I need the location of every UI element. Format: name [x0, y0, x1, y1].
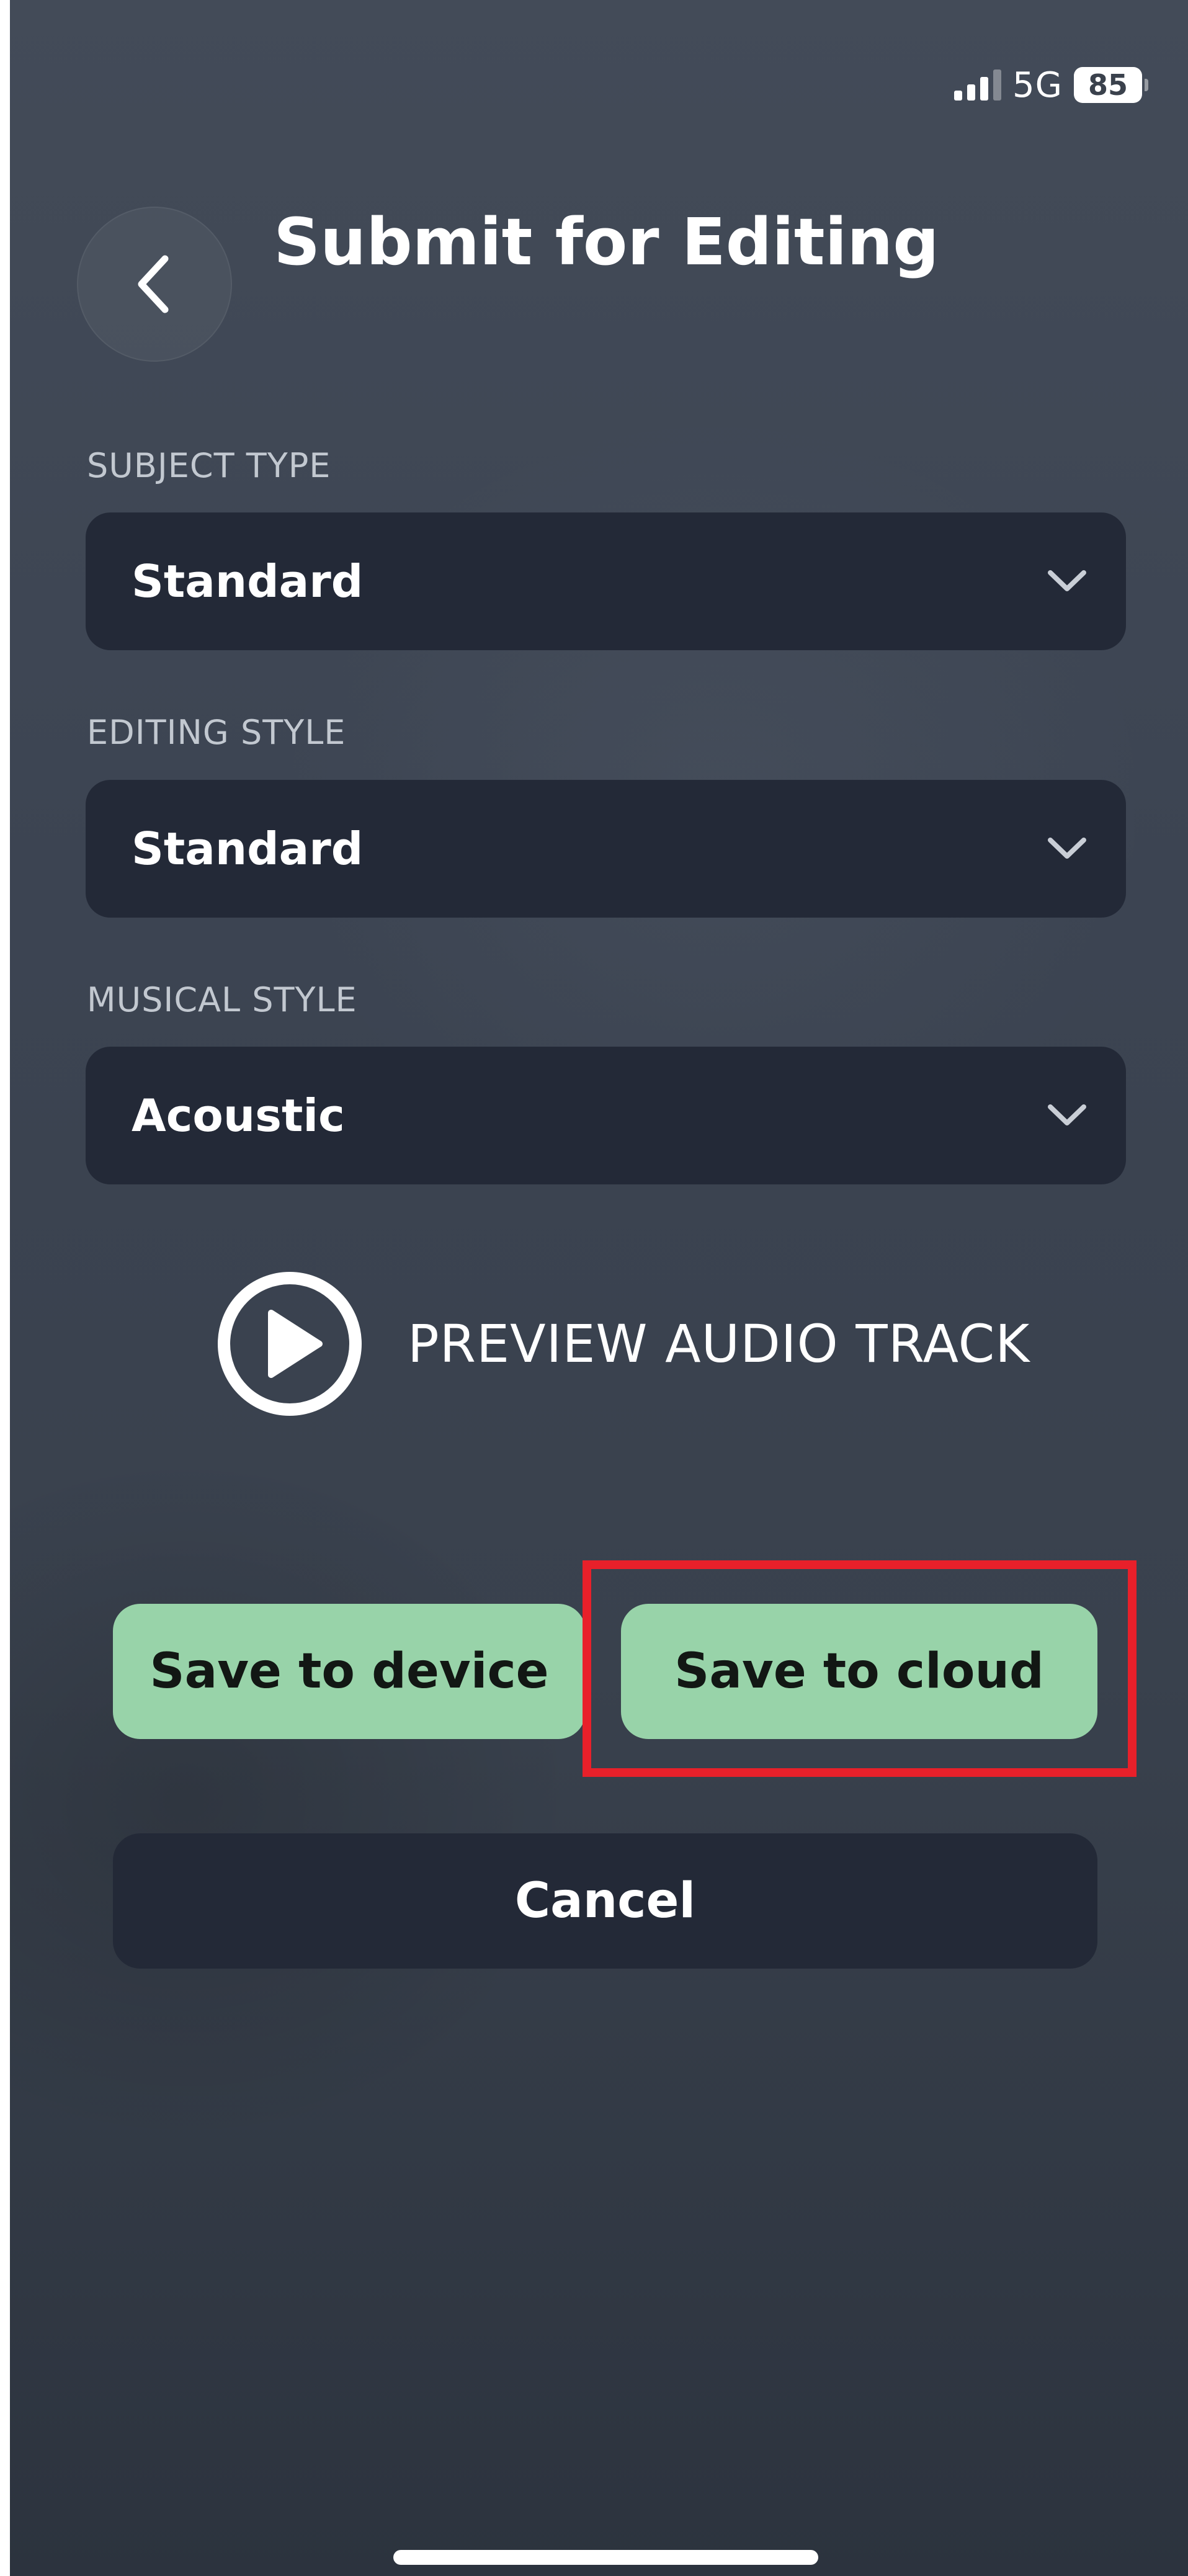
subject-type-select[interactable]: Standard [86, 512, 1126, 650]
status-bar: 5G 85 [954, 65, 1148, 105]
battery-tip [1145, 79, 1148, 91]
musical-style-select[interactable]: Acoustic [86, 1047, 1126, 1184]
editing-style-value: Standard [132, 823, 364, 875]
preview-audio-button[interactable]: PREVIEW AUDIO TRACK [215, 1269, 1030, 1418]
app-screen: 5G 85 Submit for Editing SUBJECT TYPE St… [0, 0, 1188, 2576]
editing-style-label: EDITING STYLE [87, 713, 346, 752]
screen-edge [0, 0, 10, 2576]
play-circle-icon [218, 1272, 362, 1416]
battery-level: 85 [1074, 67, 1142, 103]
chevron-down-icon [1048, 838, 1086, 859]
preview-audio-label: PREVIEW AUDIO TRACK [408, 1313, 1030, 1374]
musical-style-label: MUSICAL STYLE [87, 980, 357, 1019]
editing-style-select[interactable]: Standard [86, 780, 1126, 918]
signal-bars-icon [954, 69, 1001, 101]
home-indicator [393, 2550, 818, 2565]
page-title: Submit for Editing [274, 204, 939, 280]
subject-type-label: SUBJECT TYPE [87, 446, 331, 485]
musical-style-value: Acoustic [132, 1089, 345, 1142]
chevron-down-icon [1048, 570, 1086, 591]
highlight-box [583, 1560, 1137, 1777]
subject-type-value: Standard [132, 555, 364, 607]
network-type: 5G [1012, 65, 1063, 105]
save-to-device-button[interactable]: Save to device [113, 1604, 586, 1739]
battery-icon: 85 [1074, 67, 1148, 103]
chevron-down-icon [1048, 1104, 1086, 1125]
cancel-button[interactable]: Cancel [113, 1833, 1097, 1969]
